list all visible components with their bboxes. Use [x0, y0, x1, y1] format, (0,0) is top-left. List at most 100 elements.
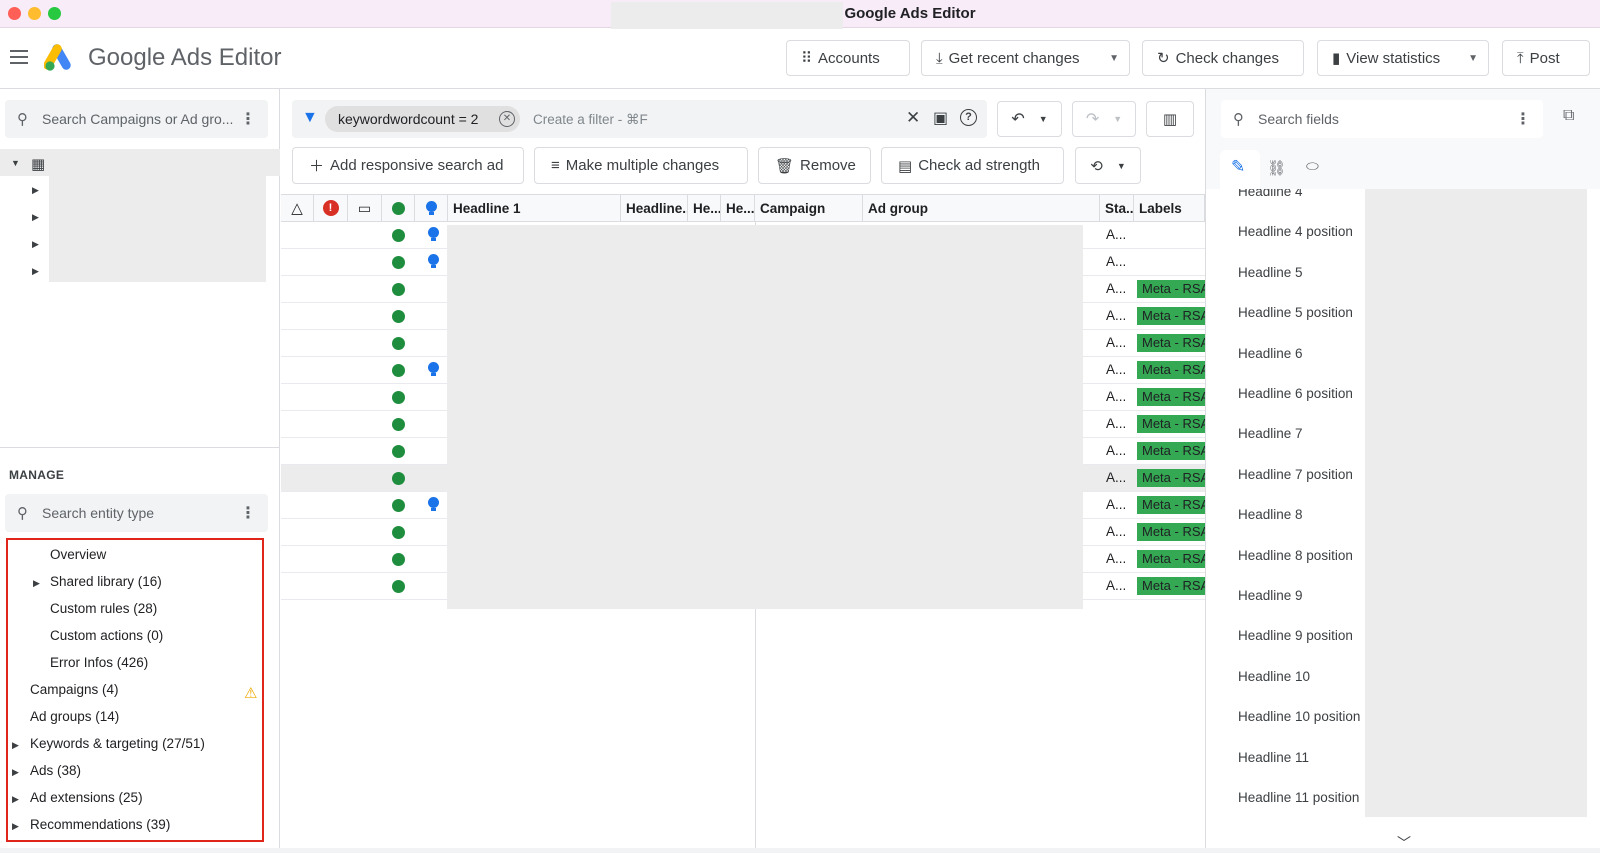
status-bar	[0, 848, 1600, 853]
lightbulb-icon[interactable]	[428, 362, 439, 376]
manage-item-campaigns[interactable]: Campaigns (4)	[30, 682, 119, 697]
headline2-column-header[interactable]: Headline...	[621, 194, 688, 222]
manage-item-ads[interactable]: Ads (38)	[30, 763, 81, 778]
field-label[interactable]: Headline 6 position	[1238, 386, 1353, 401]
filter-icon[interactable]: ▼	[302, 109, 318, 127]
manage-item-shared-library[interactable]: Shared library (16)	[50, 574, 162, 589]
status-text-column-header[interactable]: Sta...	[1100, 194, 1134, 222]
make-multiple-changes-button[interactable]: ≡ Make multiple changes	[534, 147, 748, 184]
save-icon[interactable]: ▣	[933, 108, 948, 128]
get-recent-changes-button[interactable]: ⤓ Get recent changes ▼	[921, 40, 1130, 76]
expand-right-icon[interactable]: ▶	[32, 185, 39, 196]
field-label[interactable]: Headline 5	[1238, 265, 1303, 280]
caret-down-icon[interactable]: ▼	[1113, 114, 1122, 124]
field-label[interactable]: Headline 5 position	[1238, 305, 1353, 320]
field-label[interactable]: Headline 11 position	[1238, 790, 1359, 805]
entity-type-search[interactable]: ⚲ Search entity type ⋮	[5, 494, 268, 532]
field-label[interactable]: Headline 4 position	[1238, 224, 1353, 239]
caret-down-icon[interactable]: ▼	[1039, 114, 1048, 124]
filter-chip[interactable]: keywordwordcount = 2 ✕	[325, 106, 520, 132]
warnings-column-header[interactable]: △	[281, 194, 314, 222]
minimize-window-button[interactable]	[28, 7, 41, 20]
undo-button[interactable]: ↶ ▼	[997, 101, 1062, 137]
expand-down-icon[interactable]: ▼	[11, 158, 20, 168]
caret-down-icon[interactable]: ▼	[1468, 53, 1478, 64]
link-icon[interactable]: ⛓	[1267, 159, 1286, 177]
menu-icon[interactable]	[10, 50, 28, 64]
field-label[interactable]: Headline 10 position	[1238, 709, 1360, 724]
add-responsive-search-ad-button[interactable]: ＋ Add responsive search ad	[292, 147, 524, 184]
field-label[interactable]: Headline 8 position	[1238, 548, 1353, 563]
status-cell: A...	[1106, 308, 1127, 323]
field-label[interactable]: Headline 4	[1238, 189, 1303, 199]
zoom-window-button[interactable]	[48, 7, 61, 20]
edit-pencil-icon[interactable]: ✎	[1231, 157, 1245, 177]
headline4-column-header[interactable]: He...	[721, 194, 755, 222]
expand-right-icon[interactable]: ▶	[32, 266, 39, 277]
columns-button[interactable]: ▥	[1146, 101, 1194, 137]
filter-placeholder[interactable]: Create a filter - ⌘F	[533, 112, 648, 128]
field-label[interactable]: Headline 9 position	[1238, 628, 1353, 643]
expand-right-icon[interactable]: ▶	[33, 578, 40, 589]
expand-right-icon[interactable]: ▶	[32, 212, 39, 223]
trash-icon: 🗑	[775, 157, 795, 175]
open-in-new-icon[interactable]: ⧉	[1563, 107, 1574, 125]
manage-item-ad-groups[interactable]: Ad groups (14)	[30, 709, 119, 724]
more-vert-icon[interactable]: ⋮	[240, 109, 256, 129]
campaign-search[interactable]: ⚲ Search Campaigns or Ad gro... ⋮	[5, 100, 268, 138]
ad-group-column-header[interactable]: Ad group	[863, 194, 1100, 222]
field-label[interactable]: Headline 7 position	[1238, 467, 1353, 482]
manage-item-keywords[interactable]: Keywords & targeting (27/51)	[30, 736, 205, 751]
accounts-button[interactable]: ⠿ Accounts	[786, 40, 910, 76]
close-icon[interactable]: ✕	[906, 108, 920, 128]
field-label[interactable]: Headline 8	[1238, 507, 1303, 522]
close-window-button[interactable]	[8, 7, 21, 20]
headline1-column-header[interactable]: Headline 1	[448, 194, 621, 222]
field-label[interactable]: Headline 10	[1238, 669, 1310, 684]
remove-button[interactable]: 🗑 Remove	[758, 147, 871, 184]
label-tag-icon[interactable]: ⬭	[1306, 158, 1319, 175]
manage-item-custom-rules[interactable]: Custom rules (28)	[50, 601, 157, 616]
comments-column-header[interactable]: ▭	[348, 194, 382, 222]
errors-column-header[interactable]: !	[314, 194, 348, 222]
expand-right-icon[interactable]: ▶	[12, 767, 19, 778]
caret-down-icon[interactable]: ▼	[1117, 161, 1126, 171]
lightbulb-icon[interactable]	[428, 254, 439, 268]
field-label[interactable]: Headline 7	[1238, 426, 1303, 441]
more-vert-icon[interactable]: ⋮	[1515, 109, 1531, 129]
status-column-header[interactable]	[382, 194, 415, 222]
headline3-column-header[interactable]: He...	[688, 194, 721, 222]
manage-item-error-infos[interactable]: Error Infos (426)	[50, 655, 148, 670]
field-label[interactable]: Headline 9	[1238, 588, 1303, 603]
more-vert-icon[interactable]: ⋮	[240, 503, 256, 523]
caret-down-icon[interactable]: ▼	[1109, 53, 1119, 64]
campaign-column-header[interactable]: Campaign	[755, 194, 863, 222]
manage-item-recommendations[interactable]: Recommendations (39)	[30, 817, 170, 832]
check-ad-strength-button[interactable]: ▤ Check ad strength	[881, 147, 1064, 184]
fields-search[interactable]: ⚲ Search fields ⋮	[1221, 100, 1543, 138]
post-button[interactable]: ⤒ Post	[1502, 40, 1590, 76]
manage-item-custom-actions[interactable]: Custom actions (0)	[50, 628, 163, 643]
search-replace-button[interactable]: ⟲ ▼	[1075, 147, 1141, 184]
warning-icon: ⚠	[244, 685, 258, 702]
field-label[interactable]: Headline 6	[1238, 346, 1303, 361]
manage-item-overview[interactable]: Overview	[50, 547, 106, 562]
redo-button[interactable]: ↷ ▼	[1072, 101, 1136, 137]
help-icon[interactable]: ?	[960, 109, 977, 126]
lightbulb-icon[interactable]	[428, 497, 439, 511]
status-enabled-icon	[392, 283, 405, 296]
clear-chip-icon[interactable]: ✕	[499, 111, 515, 127]
view-statistics-button[interactable]: ▮ View statistics ▼	[1317, 40, 1489, 76]
labels-column-header[interactable]: Labels	[1134, 194, 1205, 222]
field-label[interactable]: Headline 11	[1238, 750, 1309, 765]
expand-right-icon[interactable]: ▶	[12, 740, 19, 751]
manage-item-ad-extensions[interactable]: Ad extensions (25)	[30, 790, 143, 805]
lightbulb-icon[interactable]	[428, 227, 439, 241]
expand-right-icon[interactable]: ▶	[12, 821, 19, 832]
check-changes-button[interactable]: ↻ Check changes	[1142, 40, 1304, 76]
status-enabled-icon	[392, 553, 405, 566]
post-label: Post	[1529, 49, 1560, 67]
expand-right-icon[interactable]: ▶	[32, 239, 39, 250]
expand-right-icon[interactable]: ▶	[12, 794, 19, 805]
recommendation-column-header[interactable]	[415, 194, 448, 222]
